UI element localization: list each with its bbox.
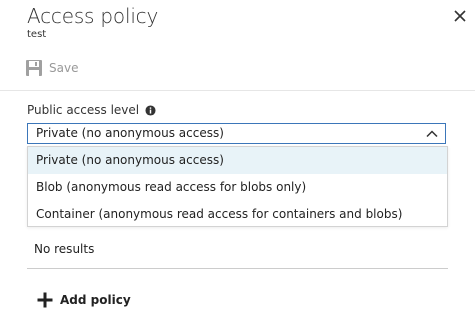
close-icon: [454, 10, 466, 22]
floppy-disk-icon: [26, 60, 42, 76]
public-access-label-text: Public access level: [27, 103, 140, 117]
select-value: Private (no anonymous access): [36, 126, 224, 140]
option-blob[interactable]: Blob (anonymous read access for blobs on…: [28, 174, 447, 201]
add-policy-label: Add policy: [60, 293, 131, 307]
close-button[interactable]: [451, 7, 469, 25]
add-policy-button[interactable]: Add policy: [36, 289, 131, 311]
page-title: Access policy: [27, 4, 159, 28]
policies-empty-text: No results: [34, 242, 95, 256]
toolbar-divider: [0, 90, 475, 91]
page-subtitle: test: [27, 29, 47, 40]
info-icon[interactable]: [145, 104, 156, 116]
access-policy-panel: Access policy test Save Public access le…: [0, 0, 475, 321]
access-level-dropdown: Private (no anonymous access) Blob (anon…: [27, 146, 448, 227]
public-access-level-select[interactable]: Private (no anonymous access): [27, 123, 446, 144]
chevron-up-icon: [426, 130, 438, 138]
option-container[interactable]: Container (anonymous read access for con…: [28, 201, 447, 228]
plus-icon: [37, 292, 53, 308]
save-label: Save: [49, 61, 79, 75]
policies-divider: [27, 268, 448, 269]
option-private[interactable]: Private (no anonymous access): [28, 147, 447, 174]
public-access-label: Public access level: [27, 103, 156, 117]
save-button[interactable]: Save: [25, 57, 78, 79]
